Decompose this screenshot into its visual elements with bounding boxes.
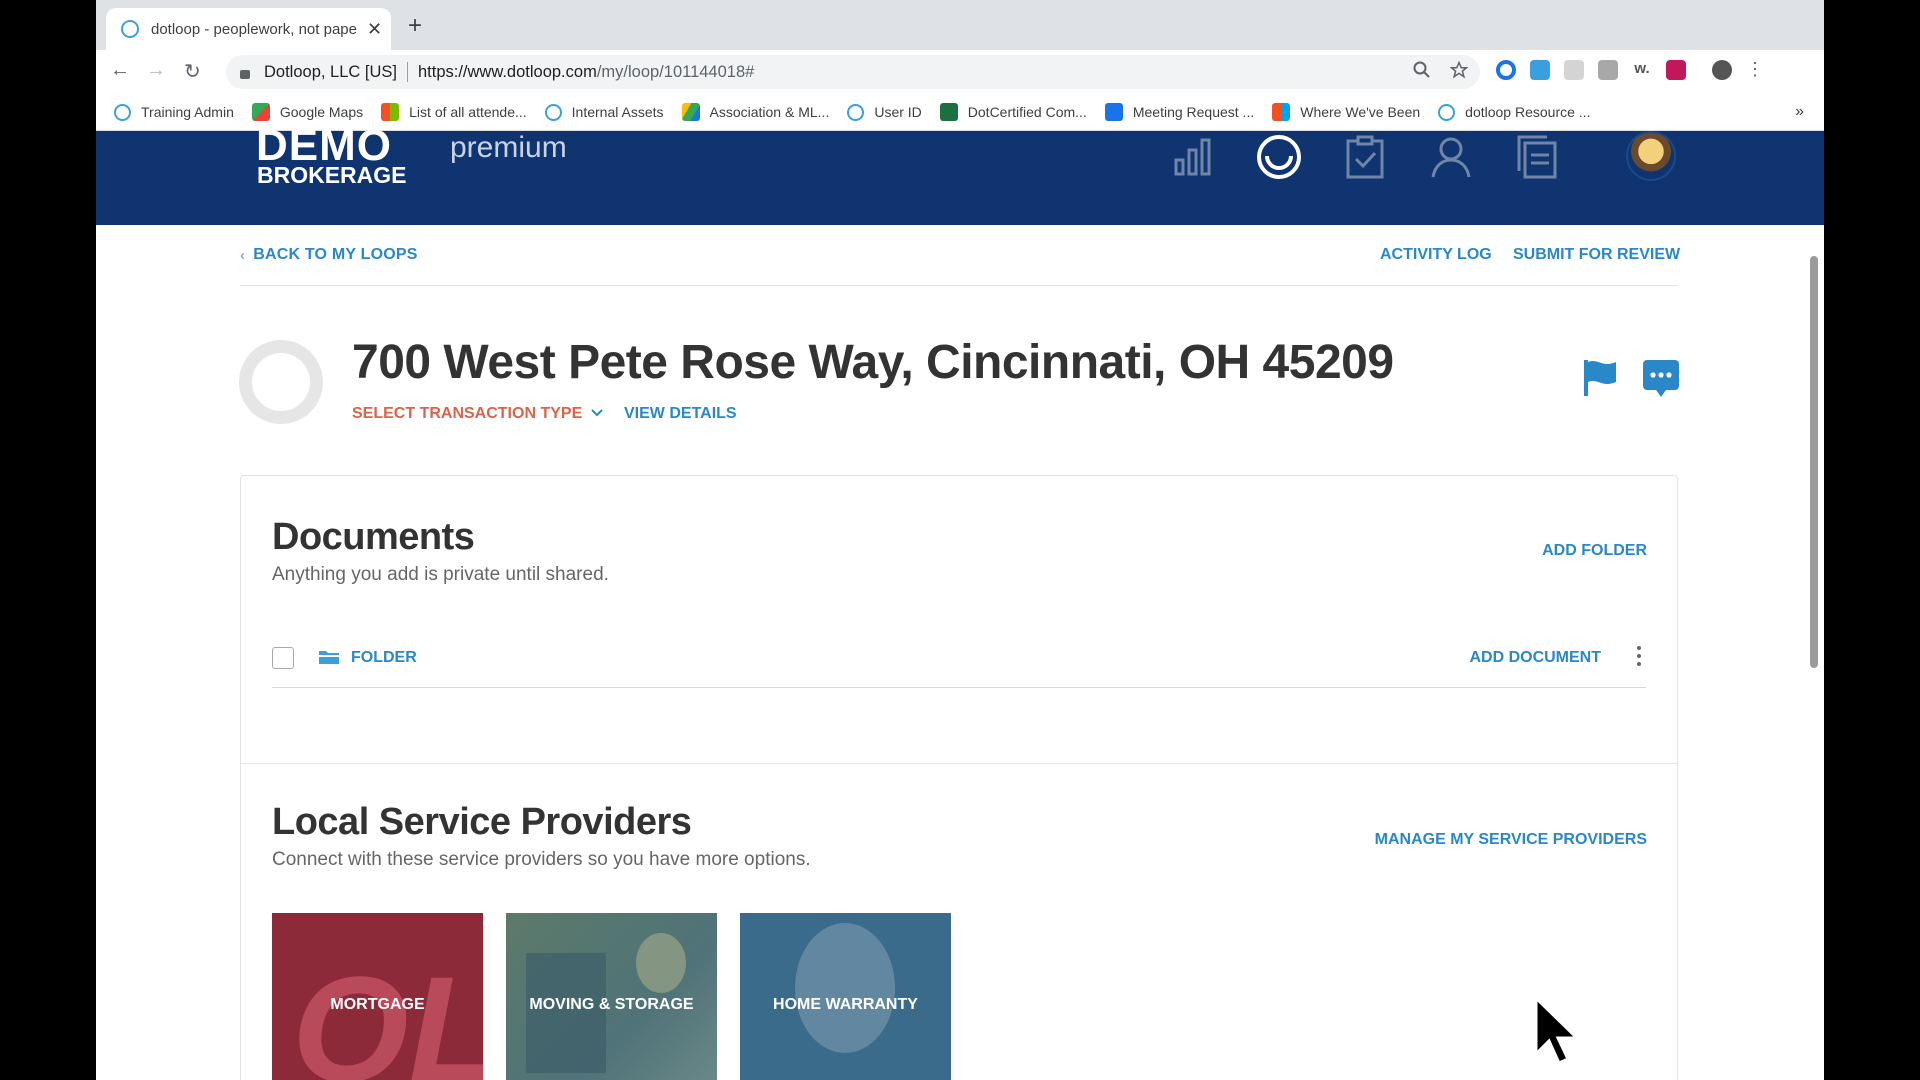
loop-address-title: 700 West Pete Rose Way, Cincinnati, OH 4… [352,336,1394,389]
tab-strip: dotloop - peoplework, not pape ✕ + [96,0,1824,50]
site-identity[interactable]: Dotloop, LLC [US] [264,63,397,82]
divider [272,687,1646,688]
browser-window: dotloop - peoplework, not pape ✕ + ← → ↻… [96,0,1824,1080]
loop-page: ‹ BACK TO MY LOOPS ACTIVITY LOG SUBMIT F… [96,225,1824,1080]
extension-r-icon[interactable] [1598,59,1618,80]
submit-for-review-link[interactable]: SUBMIT FOR REVIEW [1513,246,1680,264]
bookmark-item[interactable]: Training Admin [114,103,234,121]
header-nav [1170,134,1560,180]
microsoft-icon [381,103,400,121]
omnibox-separator [406,62,408,82]
bookmark-item[interactable]: Internal Assets [544,103,664,121]
templates-documents-icon[interactable] [1514,134,1560,180]
reports-chart-icon[interactable] [1170,134,1216,180]
tasks-checklist-icon[interactable] [1342,134,1388,180]
dotloop-ring-icon [544,103,562,121]
url-text[interactable]: https://www.dotloop.com/my/loop/10114401… [418,63,754,82]
google-maps-icon [251,103,270,121]
divider [241,763,1677,764]
zoom-icon[interactable] [1413,61,1431,79]
calendar-app-icon [1104,103,1123,121]
bookmark-item[interactable]: Meeting Request ... [1104,103,1254,121]
loops-icon[interactable] [1256,134,1302,180]
bookmark-item[interactable]: User ID [847,103,922,121]
add-folder-button[interactable]: ADD FOLDER [1542,542,1647,560]
tab-title: dotloop - peoplework, not pape [151,20,357,38]
close-tab-icon[interactable]: ✕ [367,19,382,40]
documents-card: Documents Anything you add is private un… [240,475,1678,1080]
flag-icon[interactable] [1582,358,1620,403]
documents-subtitle: Anything you add is private until shared… [272,564,609,585]
dotloop-ring-icon [114,103,131,121]
bookmark-item[interactable]: List of all attende... [381,103,527,121]
bookmark-item[interactable]: Where We've Been [1272,103,1420,121]
star-bookmark-icon[interactable] [1449,60,1469,79]
back-arrow-icon[interactable]: ← [110,59,130,82]
dotloop-ring-icon [1438,103,1456,121]
messages-chat-icon[interactable] [1642,359,1680,404]
reload-icon[interactable]: ↻ [184,59,201,84]
app-header: DEMO BROKERAGE premium [96,121,1824,225]
provider-tile-mortgage[interactable]: QL MORTGAGE [272,913,483,1080]
profile-avatar-icon[interactable] [1712,59,1732,80]
extension-circle-icon[interactable] [1496,59,1516,80]
user-avatar[interactable] [1626,131,1676,181]
folder-icon [318,649,340,670]
dotloop-ring-icon [847,103,865,121]
lock-icon [240,69,250,79]
google-drive-icon [681,103,700,121]
mouse-pointer-icon [1534,996,1578,1065]
providers-heading: Local Service Providers [272,801,692,843]
brokerage-tier-label: premium [450,131,567,164]
providers-subtitle: Connect with these service providers so … [272,849,811,870]
bookmark-item[interactable]: Google Maps [251,103,363,121]
brokerage-logo-line2: BROKERAGE [257,162,407,188]
activity-log-link[interactable]: ACTIVITY LOG [1380,246,1492,264]
extension-screen-icon[interactable] [1530,59,1550,80]
provider-tile-label: HOME WARRANTY [773,995,918,1013]
browser-tab[interactable]: dotloop - peoplework, not pape ✕ [106,8,391,50]
folder-name[interactable]: FOLDER [351,649,417,667]
more-options-icon[interactable] [1637,646,1641,670]
provider-tile-label: MORTGAGE [330,995,425,1013]
chevron-down-icon [590,409,603,417]
excel-icon [939,103,958,121]
bookmark-item[interactable]: Association & ML... [681,103,829,121]
page-scrollbar[interactable] [1810,256,1818,668]
warranty-photo-shape [795,923,895,1053]
loop-status-ring [239,340,323,424]
microsoft-icon [1272,103,1291,121]
back-to-loops-link[interactable]: ‹ BACK TO MY LOOPS [240,246,418,264]
select-transaction-type-dropdown[interactable]: SELECT TRANSACTION TYPE [352,405,604,423]
divider [240,285,1678,286]
view-details-link[interactable]: VIEW DETAILS [624,405,737,423]
extension-b-icon[interactable] [1564,59,1584,80]
new-tab-icon[interactable]: + [408,12,422,40]
chevron-left-icon: ‹ [240,246,246,264]
bookmarks-overflow-icon[interactable]: » [1795,103,1804,121]
documents-heading: Documents [272,516,475,558]
add-document-button[interactable]: ADD DOCUMENT [1469,649,1601,667]
folder-select-checkbox[interactable] [272,647,294,669]
contacts-person-icon[interactable] [1428,134,1474,180]
browser-menu-icon[interactable]: ⋮ [1746,59,1764,80]
provider-tile-home-warranty[interactable]: HOME WARRANTY [740,913,951,1080]
dotloop-favicon-icon [121,20,139,38]
extensions-area: w. ⋮ [1496,59,1764,80]
manage-service-providers-link[interactable]: MANAGE MY SERVICE PROVIDERS [1375,831,1647,849]
provider-tile-label: MOVING & STORAGE [529,995,694,1013]
address-bar[interactable]: Dotloop, LLC [US] https://www.dotloop.co… [226,55,1480,89]
bookmark-item[interactable]: DotCertified Com... [939,103,1087,121]
forward-arrow-icon[interactable]: → [146,59,166,82]
browser-toolbar: ← → ↻ Dotloop, LLC [US] https://www.dotl… [96,50,1824,94]
omnibox-actions [1413,60,1469,84]
extension-w-icon[interactable]: w. [1632,59,1652,80]
extension-e-icon[interactable] [1666,59,1686,80]
bookmark-item[interactable]: dotloop Resource ... [1438,103,1590,121]
moving-photo-shape [636,933,686,993]
provider-tile-moving-storage[interactable]: MOVING & STORAGE [506,913,717,1080]
